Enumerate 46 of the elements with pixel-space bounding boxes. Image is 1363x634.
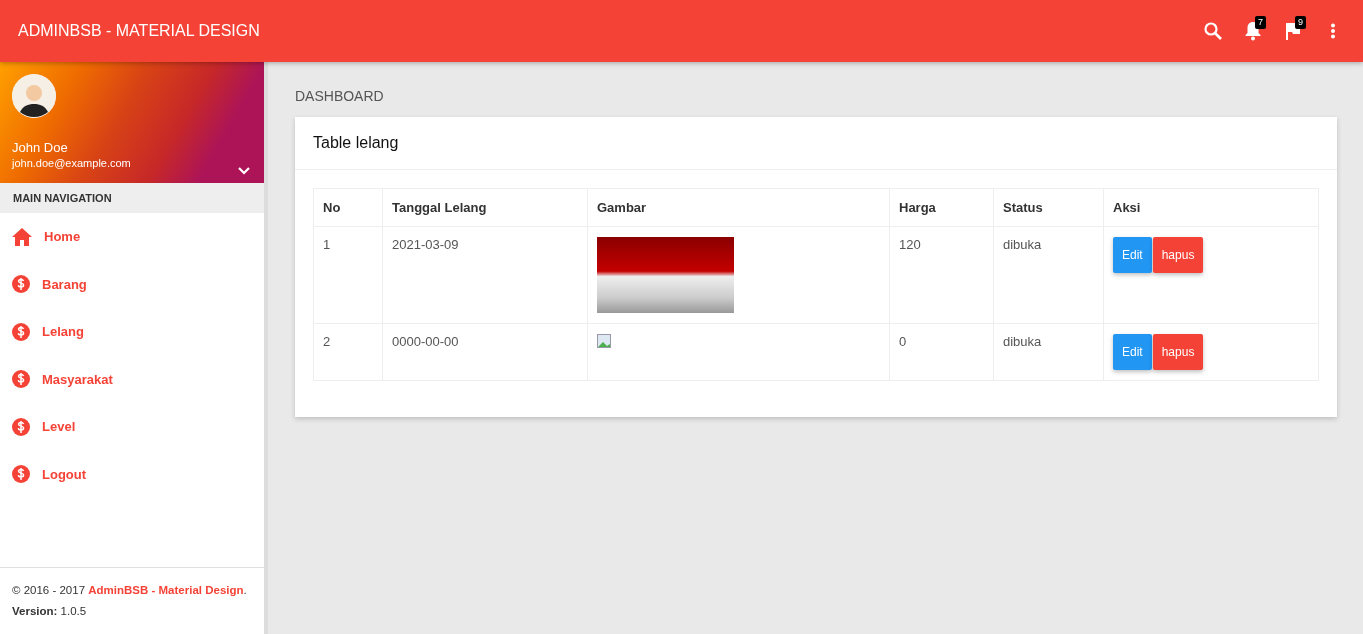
table-cell: 2: [313, 323, 383, 381]
notification-count: 7: [1255, 16, 1266, 29]
table-cell: 2021-03-09: [382, 226, 588, 324]
chevron-down-icon[interactable]: [238, 167, 250, 175]
nav-item[interactable]: Logout: [42, 466, 87, 482]
column-header: Tanggal Lelang: [382, 188, 588, 227]
flag-count: 9: [1295, 16, 1306, 29]
column-header: Status: [993, 188, 1104, 227]
card-title: Table lelang: [295, 117, 1337, 170]
broken-image-icon: [597, 334, 611, 348]
version-text: Version: 1.0.5: [12, 604, 88, 619]
search-icon[interactable]: [1203, 21, 1223, 41]
more-icon[interactable]: [1330, 23, 1336, 39]
page-title: DASHBOARD: [295, 88, 385, 104]
table-cell: 120: [889, 226, 994, 324]
column-header: Gambar: [587, 188, 890, 227]
delete-button[interactable]: hapus: [1152, 334, 1204, 370]
dollar-icon: [12, 465, 30, 484]
table-cell: 1: [313, 226, 383, 324]
table-cell: 0000-00-00: [382, 323, 588, 381]
table-cell: dibuka: [993, 226, 1104, 324]
column-header: Aksi: [1103, 188, 1319, 227]
home-icon: [12, 227, 32, 246]
nav-item[interactable]: Barang: [42, 276, 87, 292]
edit-button[interactable]: Edit: [1113, 334, 1152, 370]
table-cell: dibuka: [993, 323, 1104, 381]
dollar-icon: [12, 417, 30, 436]
edit-button[interactable]: Edit: [1113, 237, 1152, 273]
avatar-icon: [12, 74, 56, 118]
user-email: john.doe@example.com: [12, 157, 132, 169]
dollar-icon: [12, 275, 30, 294]
nav-item[interactable]: Home: [44, 229, 81, 245]
delete-button[interactable]: hapus: [1152, 237, 1204, 273]
user-name: John Doe: [12, 140, 69, 155]
nav-item[interactable]: Masyarakat: [42, 371, 113, 387]
app-title: ADMINBSB - MATERIAL DESIGN: [18, 22, 261, 40]
column-header: No: [313, 188, 383, 227]
footer-link[interactable]: AdminBSB - Material Design: [88, 584, 244, 596]
nav-header: MAIN NAVIGATION: [0, 183, 264, 213]
column-header: Harga: [889, 188, 994, 227]
copyright-text: © 2016 - 2017 AdminBSB - Material Design.: [12, 583, 248, 598]
nav-item[interactable]: Level: [42, 419, 76, 435]
table-cell: 0: [889, 323, 994, 381]
nav-item[interactable]: Lelang: [42, 324, 84, 340]
dollar-icon: [12, 322, 30, 341]
dollar-icon: [12, 370, 30, 389]
